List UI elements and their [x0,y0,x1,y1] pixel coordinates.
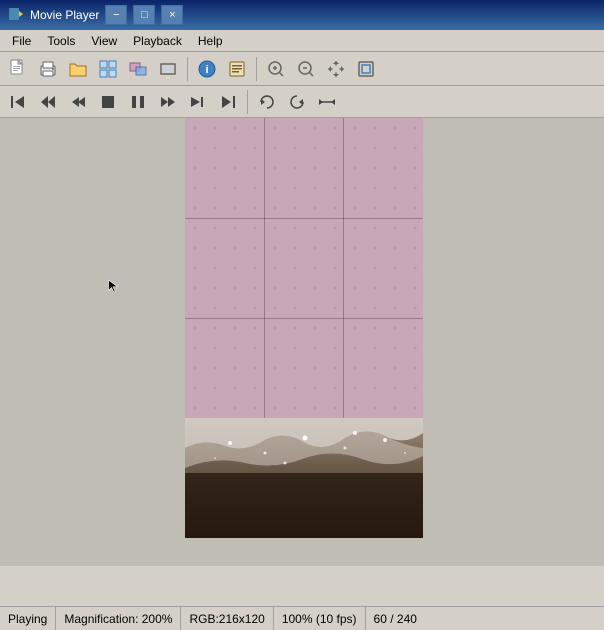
last-frame-button[interactable] [214,88,242,116]
menu-playback[interactable]: Playback [125,32,190,50]
zoom-in-button[interactable] [262,55,290,83]
menu-file[interactable]: File [4,32,39,50]
status-magnification: Magnification: 200% [56,607,181,630]
status-frame: 60 / 240 [366,607,425,630]
menu-tools[interactable]: Tools [39,32,83,50]
pause-button[interactable] [124,88,152,116]
next-frame-button[interactable] [184,88,212,116]
prev-button[interactable] [34,88,62,116]
pan-button[interactable] [322,55,350,83]
video-upper [185,118,423,418]
svg-text:i: i [205,64,208,76]
video-frame [185,118,423,538]
status-fps: 100% (10 fps) [274,607,366,630]
stop-button[interactable] [94,88,122,116]
multi-view-button[interactable] [94,55,122,83]
menu-view[interactable]: View [83,32,125,50]
status-bar: Playing Magnification: 200% RGB:216x120 … [0,606,604,630]
print-button[interactable] [34,55,62,83]
main-content [0,118,604,566]
toolbar1: i [0,52,604,86]
fit-button[interactable] [352,55,380,83]
rewind-button[interactable] [64,88,92,116]
properties-button[interactable] [223,55,251,83]
toolbar-separator-1 [187,57,188,81]
close-button[interactable]: × [161,5,183,25]
title-text: Movie Player [30,8,99,22]
minimize-button[interactable]: − [105,5,127,25]
first-frame-button[interactable] [4,88,32,116]
title-bar: Movie Player − □ × [0,0,604,30]
open-button[interactable] [64,55,92,83]
toolbar2-separator-1 [247,90,248,114]
fullscreen-button[interactable] [154,55,182,83]
toolbar2-playback [0,86,604,118]
menu-help[interactable]: Help [190,32,231,50]
zoom-out-button[interactable] [292,55,320,83]
loop2-button[interactable] [283,88,311,116]
maximize-button[interactable]: □ [133,5,155,25]
menu-bar: File Tools View Playback Help [0,30,604,52]
ab-loop-button[interactable] [313,88,341,116]
effects-button[interactable] [124,55,152,83]
fast-forward-button[interactable] [154,88,182,116]
info-button[interactable]: i [193,55,221,83]
new-button[interactable] [4,55,32,83]
status-rgb: RGB:216x120 [181,607,273,630]
app-icon [8,6,24,25]
status-playing: Playing [0,607,56,630]
cursor-indicator [107,280,119,292]
loop-button[interactable] [253,88,281,116]
toolbar-separator-2 [256,57,257,81]
video-lower [185,418,423,538]
